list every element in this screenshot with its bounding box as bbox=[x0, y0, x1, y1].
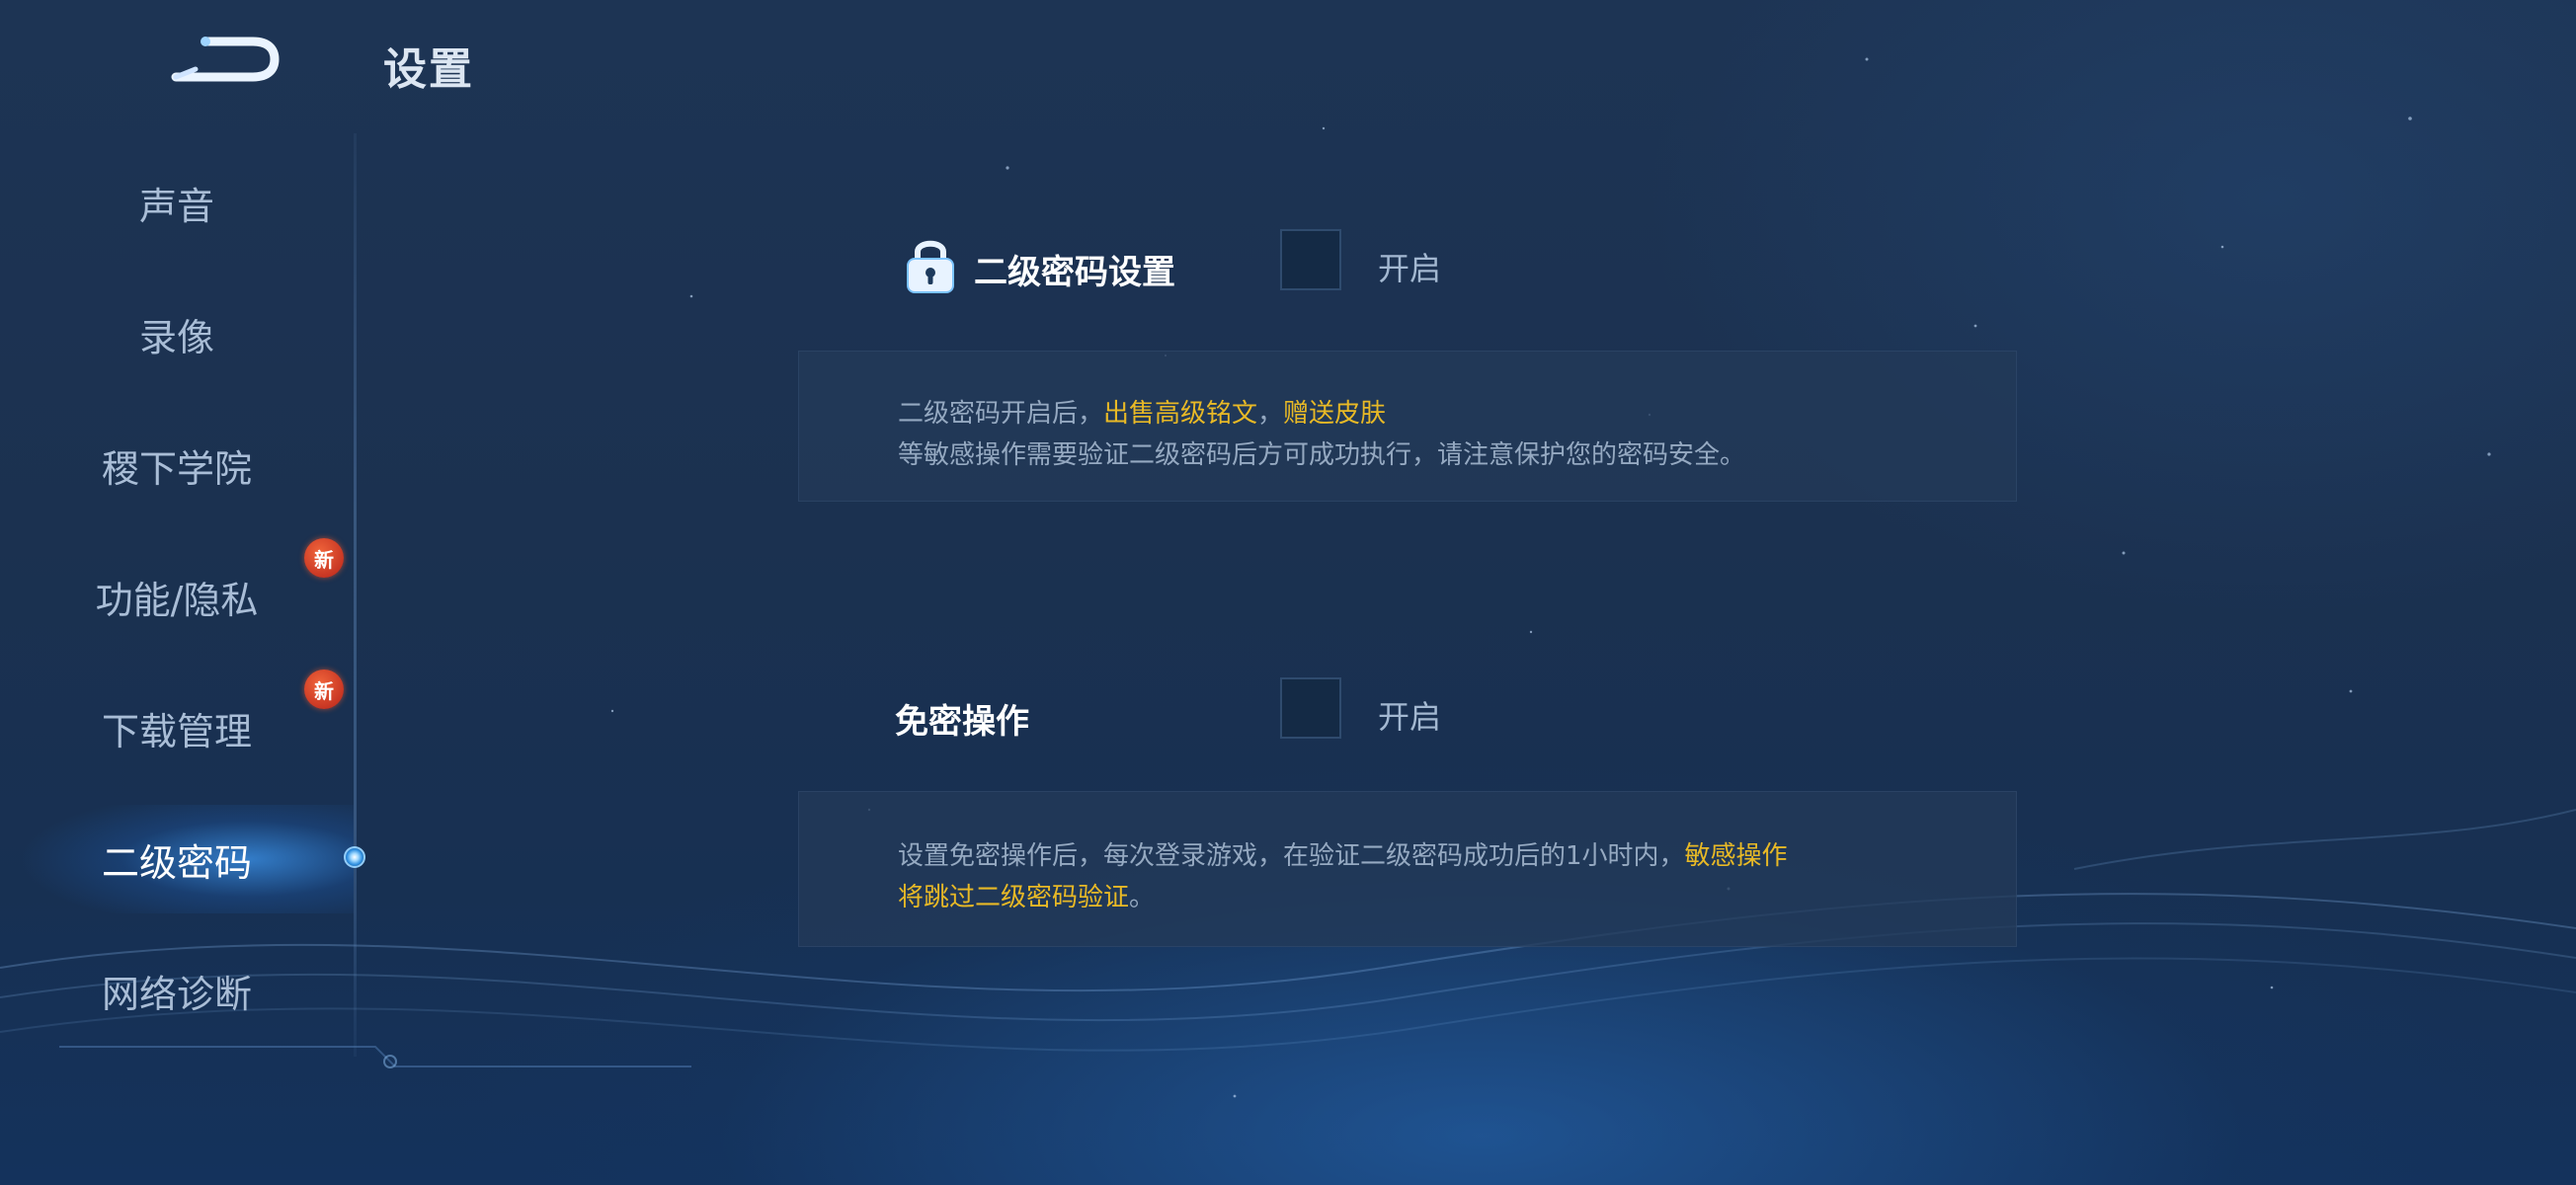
second-password-info-line2: 等敏感操作需要验证二级密码后方可成功执行，请注意保护您的密码安全。 bbox=[898, 440, 1746, 470]
back-arrow-icon[interactable] bbox=[166, 30, 281, 91]
sidebar-item-label: 录像 bbox=[138, 315, 214, 359]
sidebar-item-label: 二级密码 bbox=[101, 840, 252, 885]
password-free-toggle-label[interactable]: 开启 bbox=[1378, 692, 1441, 738]
second-password-label: 二级密码设置 bbox=[974, 253, 1175, 292]
sidebar-divider bbox=[354, 133, 357, 1057]
sidebar-item-download[interactable]: 下载管理 bbox=[0, 673, 354, 782]
password-free-label: 免密操作 bbox=[895, 702, 1029, 742]
sidebar-item-recording[interactable]: 录像 bbox=[0, 279, 354, 388]
password-free-info-line2: 将跳过二级密码验证。 bbox=[898, 877, 1155, 913]
sidebar-item-label: 下载管理 bbox=[101, 709, 252, 753]
page-title: 设置 bbox=[383, 44, 474, 95]
new-badge: 新 bbox=[304, 670, 344, 709]
sidebar-item-academy[interactable]: 稷下学院 bbox=[0, 411, 354, 519]
active-indicator-dot bbox=[344, 846, 365, 868]
sidebar-item-function-privacy[interactable]: 功能/隐私 bbox=[0, 542, 354, 651]
second-password-info-line1: 二级密码开启后，出售高级铭文，赠送皮肤 bbox=[898, 393, 1386, 430]
sidebar-item-label: 功能/隐私 bbox=[95, 578, 259, 622]
sidebar-item-sound[interactable]: 声音 bbox=[0, 148, 354, 257]
second-password-checkbox[interactable] bbox=[1280, 229, 1341, 290]
info-highlight: 敏感操作 bbox=[1684, 841, 1788, 871]
sidebar-item-label: 网络诊断 bbox=[101, 972, 252, 1016]
sidebar-item-network-diagnosis[interactable]: 网络诊断 bbox=[0, 936, 354, 1045]
sidebar-item-second-password[interactable]: 二级密码 bbox=[0, 805, 354, 913]
sidebar-item-label: 稷下学院 bbox=[101, 446, 252, 491]
password-free-info-line1: 设置免密操作后，每次登录游戏，在验证二级密码成功后的1小时内，敏感操作 bbox=[898, 835, 1788, 872]
new-badge: 新 bbox=[304, 538, 344, 578]
background-stars bbox=[610, 57, 2491, 1098]
info-highlight: 出售高级铭文 bbox=[1103, 399, 1258, 429]
password-free-info-box: 设置免密操作后，每次登录游戏，在验证二级密码成功后的1小时内，敏感操作 将跳过二… bbox=[798, 791, 2017, 947]
info-text: 设置免密操作后，每次登录游戏，在验证二级密码成功后的1小时内， bbox=[898, 841, 1685, 871]
info-highlight: 将跳过二级密码验证 bbox=[898, 883, 1130, 912]
background-wave bbox=[0, 809, 2576, 1068]
info-text: ， bbox=[1257, 399, 1284, 429]
info-highlight: 赠送皮肤 bbox=[1283, 399, 1387, 429]
second-password-toggle-label[interactable]: 开启 bbox=[1378, 244, 1441, 289]
second-password-info-box: 二级密码开启后，出售高级铭文，赠送皮肤 等敏感操作需要验证二级密码后方可成功执行… bbox=[798, 351, 2017, 502]
info-text: 。 bbox=[1129, 883, 1156, 912]
sidebar-item-label: 声音 bbox=[138, 184, 214, 228]
info-text: 二级密码开启后， bbox=[898, 399, 1104, 429]
password-free-checkbox[interactable] bbox=[1280, 677, 1341, 739]
lock-icon bbox=[907, 240, 954, 293]
